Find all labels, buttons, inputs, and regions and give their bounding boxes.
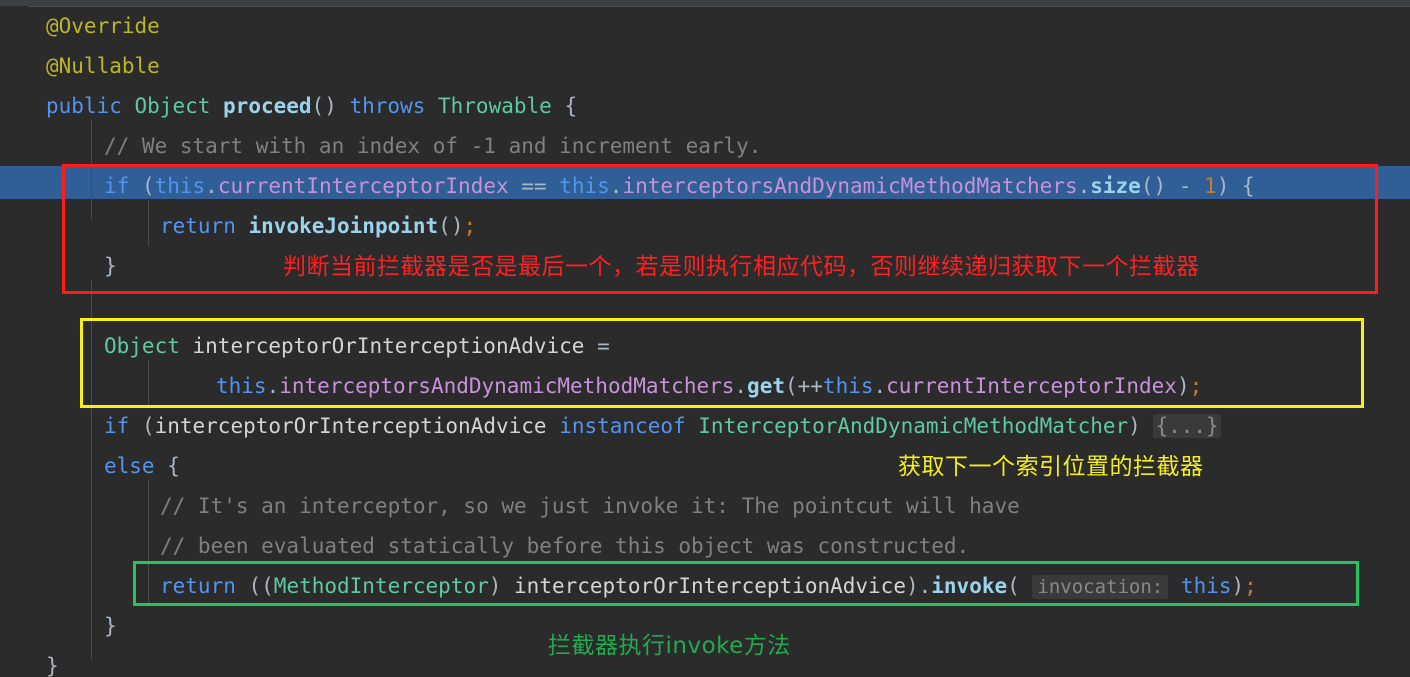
code-line-10[interactable]: this.interceptorsAndDynamicMethodMatcher… [216,366,1202,406]
token-field-matchers: interceptorsAndDynamicMethodMatchers [622,174,1078,198]
token-field-current-index: currentInterceptorIndex [886,374,1177,398]
token-type-method-interceptor: MethodInterceptor [273,574,489,598]
code-line-16[interactable]: } [104,606,117,646]
punct: ) [1128,414,1154,438]
token-keyword-return: return [160,574,236,598]
punct-brace-close: } [104,254,117,278]
punct: ) [488,574,515,598]
token-type-object: Object [134,94,211,118]
token-keyword-throws: throws [349,94,426,118]
code-line-4[interactable]: // We start with an index of -1 and incr… [104,126,761,166]
token-field-matchers: interceptorsAndDynamicMethodMatchers [279,374,735,398]
code-line-13[interactable]: // It's an interceptor, so we just invok… [160,486,1020,526]
punct: . [873,374,887,398]
token-keyword-public: public [46,94,122,118]
code-line-7[interactable]: } [104,246,117,286]
token-method-proceed: proceed [223,94,312,118]
token-var-advice: interceptorOrInterceptionAdvice [514,574,906,598]
code-line-9[interactable]: Object interceptorOrInterceptionAdvice = [104,326,610,366]
annotation-text-yellow: 获取下一个索引位置的拦截器 [898,454,1204,480]
code-line-5[interactable]: if (this.currentInterceptorIndex == this… [104,166,1255,206]
punct: . [205,174,218,198]
punct: ( [129,174,155,198]
punct: () [311,94,350,118]
code-line-12[interactable]: else { [104,446,180,486]
token-method-size: size [1090,174,1141,198]
code-line-14[interactable]: // been evaluated statically before this… [160,526,969,566]
punct: . [1077,174,1091,198]
code-editor[interactable]: @Override @Nullable public Object procee… [0,0,1410,677]
code-line-2[interactable]: @Nullable [46,46,160,86]
punct: (++ [784,374,823,398]
token-method-invoke-joinpoint: invokeJoinpoint [248,214,439,238]
token-comment-2: // It's an interceptor, so we just invok… [160,494,1020,518]
token-number-one: 1 [1204,174,1217,198]
punct: . [266,374,280,398]
token-keyword-if: if [104,174,130,198]
punct: ) { [1216,174,1255,198]
token-field-current-index: currentInterceptorIndex [217,174,509,198]
token-annotation-override: @Override [46,14,160,38]
token-keyword-this: this [1180,574,1232,598]
punct: ). [905,574,932,598]
token-keyword-this: this [822,374,874,398]
token-keyword-this: this [154,174,206,198]
token-method-invoke: invoke [931,574,1008,598]
punct-brace-close: } [46,654,59,677]
token-keyword-instanceof: instanceof [559,414,686,438]
punct: ( [1007,574,1033,598]
code-text-layer[interactable]: @Override @Nullable public Object procee… [0,0,1410,677]
token-type-object: Object [104,334,180,358]
code-line-11[interactable]: if (interceptorOrInterceptionAdvice inst… [104,406,1221,446]
token-var-advice: interceptorOrInterceptionAdvice [192,334,585,358]
punct: ( [129,414,155,438]
token-keyword-return: return [160,214,236,238]
code-line-6[interactable]: return invokeJoinpoint(); [160,206,476,246]
token-type-matcher: InterceptorAndDynamicMethodMatcher [698,414,1129,438]
code-fold-placeholder[interactable]: {...} [1153,414,1221,438]
parameter-hint-badge: invocation: [1032,575,1169,599]
token-keyword-if: if [104,414,130,438]
punct: (( [235,574,274,598]
punct: . [609,174,623,198]
token-annotation-nullable: @Nullable [46,54,160,78]
code-line-15[interactable]: return ((MethodInterceptor) interceptorO… [160,566,1257,606]
punct: = [584,334,610,358]
punct: () - [1140,174,1205,198]
token-keyword-else: else [104,454,155,478]
token-var-advice: interceptorOrInterceptionAdvice [154,414,547,438]
punct: == [508,174,560,198]
code-line-17[interactable]: } [46,646,59,677]
token-keyword-this: this [559,174,610,198]
punct-semicolon: ; [463,214,477,238]
punct-brace-close: } [104,614,117,638]
annotation-text-red: 判断当前拦截器是否是最后一个，若是则执行相应代码，否则继续递归获取下一个拦截器 [283,254,1200,280]
punct-semicolon: ; [1244,574,1257,598]
token-keyword-this: this [216,374,267,398]
token-type-throwable: Throwable [438,94,552,118]
token-method-get: get [747,374,785,398]
code-line-3[interactable]: public Object proceed() throws Throwable… [46,86,577,126]
code-line-1[interactable]: @Override [46,6,160,46]
punct: . [734,374,748,398]
token-comment-1: // We start with an index of -1 and incr… [104,134,762,158]
punct: ) [1176,374,1190,398]
punct: { [154,454,180,478]
punct: { [551,94,578,118]
annotation-text-green: 拦截器执行invoke方法 [548,633,791,659]
punct: () [438,214,464,238]
punct-semicolon: ; [1189,374,1203,398]
token-comment-3: // been evaluated statically before this… [160,534,970,558]
punct: ) [1231,574,1245,598]
